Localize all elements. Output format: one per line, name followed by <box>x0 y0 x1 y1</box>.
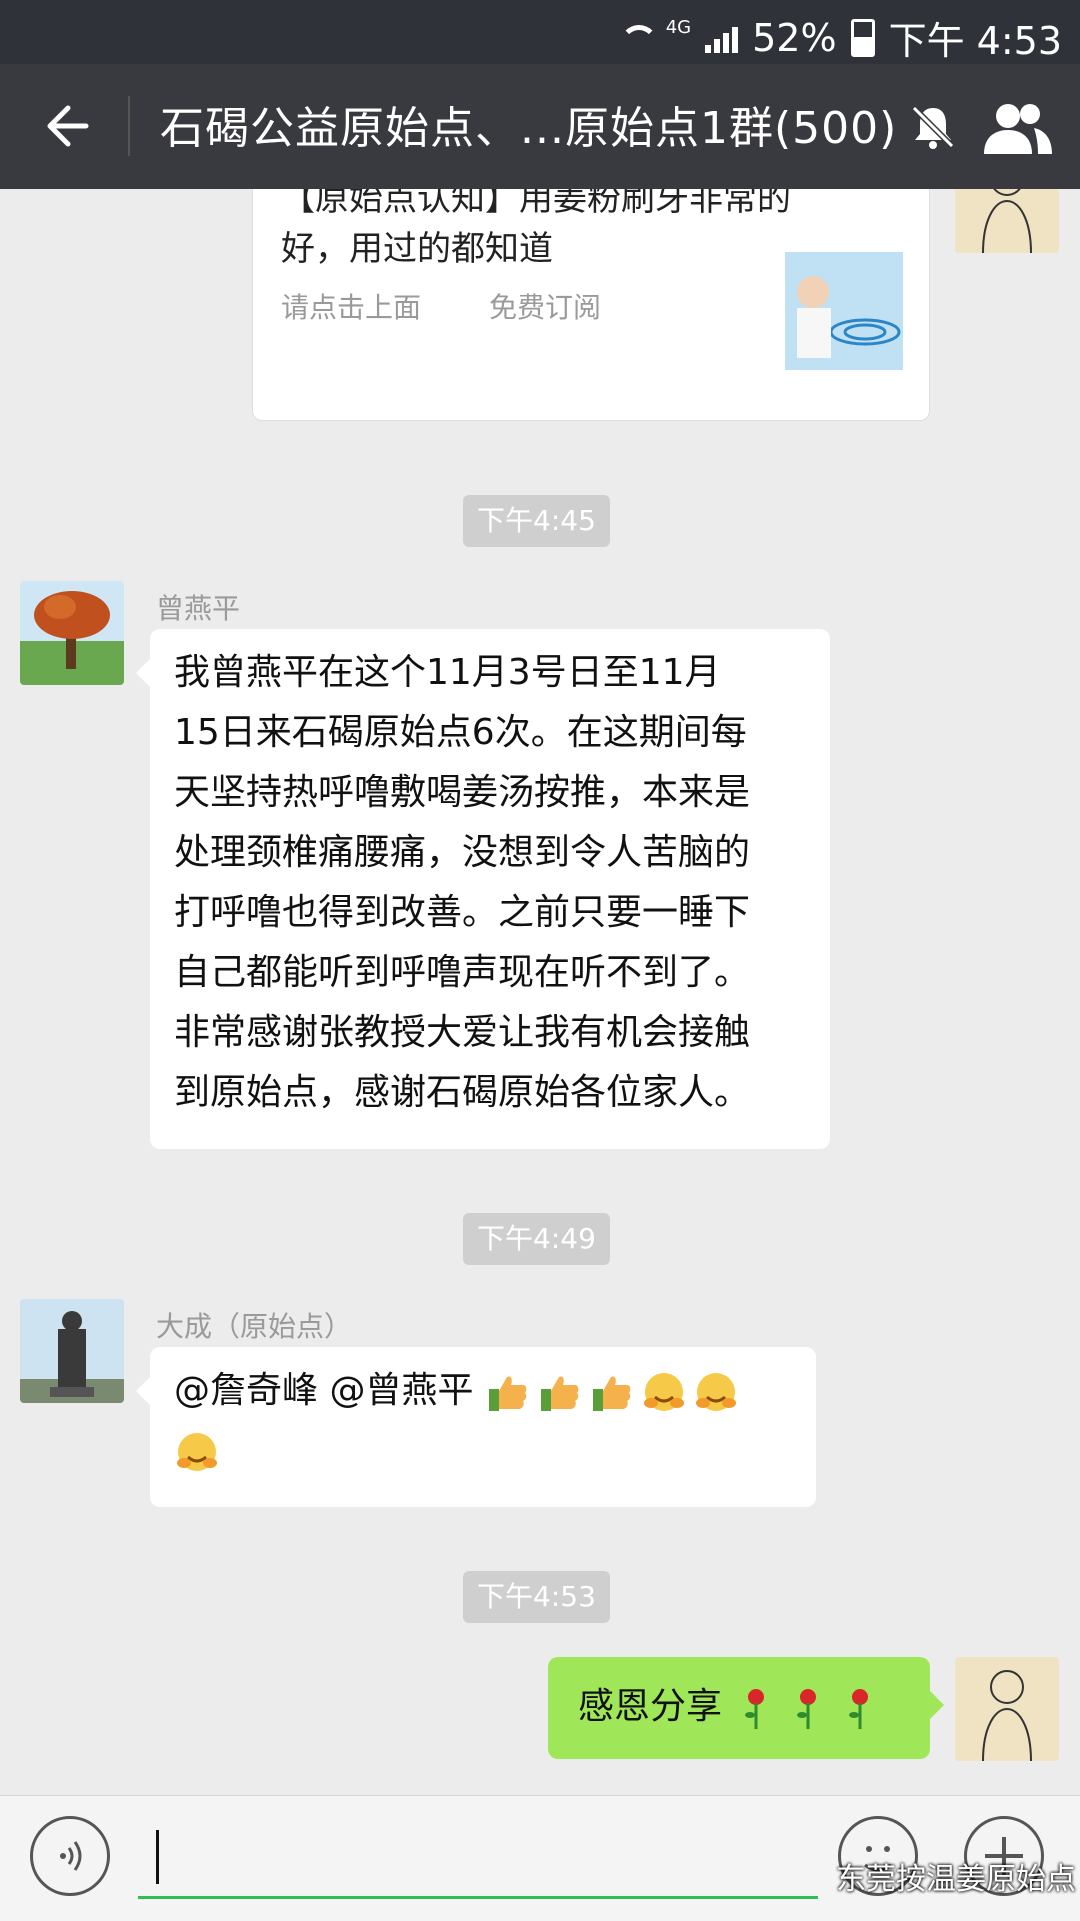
message-bubble[interactable]: @詹奇峰 @曾燕平 <box>136 1347 816 1507</box>
self-avatar[interactable] <box>955 1657 1059 1761</box>
thumbs-up-icon <box>488 1376 527 1411</box>
clock: 下午 4:53 <box>888 19 1062 63</box>
rose-icon <box>797 1689 817 1729</box>
chat-title: 石碣公益原始点、...原始点1群(500) <box>160 103 898 154</box>
hug-emoji-icon <box>643 1373 684 1411</box>
header-divider <box>128 96 130 156</box>
message-line: 我曾燕平在这个11月3号日至11月 <box>174 652 721 693</box>
article-card[interactable]: 【原始点认知】用姜粉刷牙非常的 好，用过的都知道 请点击上面 免费订阅 <box>252 189 930 421</box>
timestamp: 下午4:45 <box>463 495 610 547</box>
status-bar: 4G 52% 下午 4:53 <box>0 0 1080 64</box>
back-arrow-icon[interactable] <box>38 98 94 154</box>
wifi-icon <box>618 23 658 53</box>
chat-header: 石碣公益原始点、...原始点1群(500) <box>0 64 1080 189</box>
sender-name: 曾燕平 <box>156 592 241 625</box>
article-thumbnail <box>785 252 903 370</box>
watermark-text: 东莞按温姜原始点 <box>836 1862 1076 1897</box>
message-bubble-outgoing[interactable]: 感恩分享 <box>548 1657 944 1759</box>
message-bubble[interactable]: 我曾燕平在这个11月3号日至11月 15日来石碣原始点6次。在这期间每 天坚持热… <box>136 629 830 1149</box>
thumbs-up-icon <box>592 1376 631 1411</box>
timestamp: 下午4:53 <box>463 1571 610 1623</box>
self-avatar[interactable] <box>955 189 1059 253</box>
avatar[interactable] <box>20 1299 124 1403</box>
message-line: 打呼噜也得到改善。之前只要一睡下 <box>174 892 751 933</box>
message-line: 非常感谢张教授大爱让我有机会接触 <box>174 1012 751 1053</box>
message-line: 处理颈椎痛腰痛，没想到令人苦脑的 <box>174 832 751 873</box>
message-text: 感恩分享 <box>578 1686 723 1727</box>
message-line: 自己都能听到呼噜声现在听不到了。 <box>174 952 751 993</box>
battery-percent: 52% <box>752 15 837 60</box>
hug-emoji-icon <box>695 1373 736 1411</box>
message-line: 15日来石碣原始点6次。在这期间每 <box>174 712 747 753</box>
mute-bell-icon <box>908 102 958 152</box>
hug-emoji-icon <box>177 1433 217 1471</box>
chat-area[interactable]: 【原始点认知】用姜粉刷牙非常的 好，用过的都知道 请点击上面 免费订阅 下午4:… <box>0 189 1080 1795</box>
thumbs-up-icon <box>540 1376 579 1411</box>
input-bar: 东莞按温姜原始点 <box>0 1795 1080 1921</box>
group-members-icon[interactable] <box>980 100 1054 156</box>
article-title-line1: 【原始点认知】用姜粉刷牙非常的 <box>281 189 791 219</box>
avatar[interactable] <box>20 581 124 685</box>
message-text: @詹奇峰 @曾燕平 <box>174 1370 485 1411</box>
article-subtitle-right: 免费订阅 <box>489 291 602 324</box>
voice-icon[interactable] <box>30 1816 110 1896</box>
watermark: 东莞按温姜原始点 <box>790 1854 1076 1898</box>
timestamp: 下午4:49 <box>463 1213 610 1265</box>
rose-icon <box>849 1689 869 1729</box>
signal-icon <box>705 23 739 53</box>
text-cursor <box>156 1830 159 1884</box>
message-line: 天坚持热呼噜敷喝姜汤按推，本来是 <box>174 772 751 813</box>
battery-icon <box>850 18 875 57</box>
sender-name: 大成（原始点） <box>156 1310 353 1343</box>
message-input[interactable] <box>138 1896 818 1899</box>
article-subtitle-left: 请点击上面 <box>281 291 422 324</box>
message-line: 到原始点，感谢石碣原始各位家人。 <box>174 1072 751 1113</box>
network-type: 4G <box>665 17 692 38</box>
rose-icon <box>745 1689 765 1729</box>
